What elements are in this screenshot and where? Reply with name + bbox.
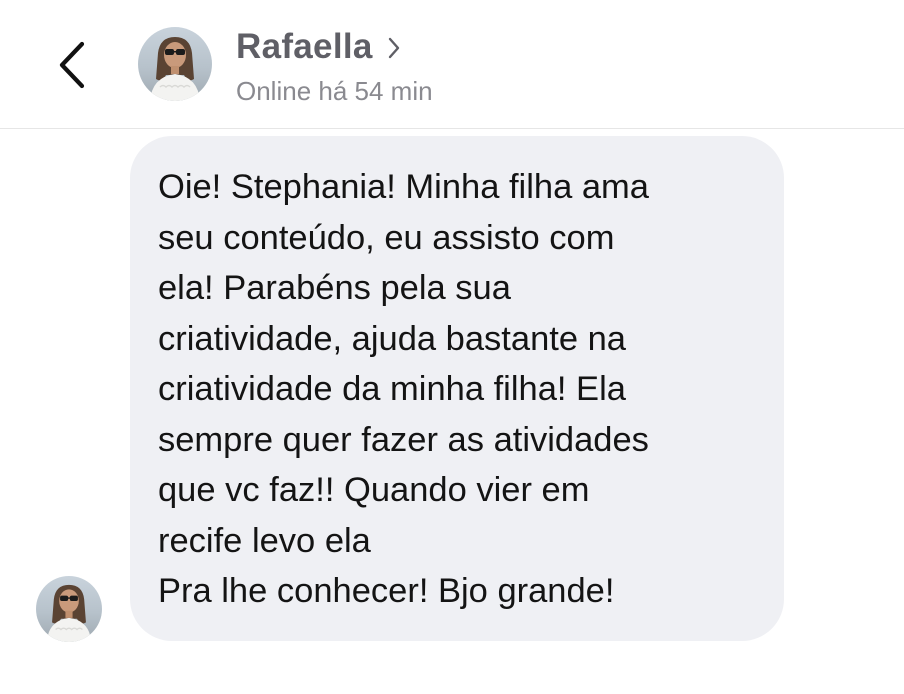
sender-avatar[interactable]	[36, 576, 102, 642]
message-text-line: Pra lhe conhecer! Bjo grande!	[158, 572, 615, 610]
contact-avatar[interactable]	[138, 27, 212, 101]
message-text-line: criatividade, ajuda bastante na	[158, 319, 626, 358]
chat-screen: Rafaella Online há 54 min Oie! Stephania…	[0, 0, 904, 694]
contact-name-link[interactable]: Rafaella	[236, 24, 401, 70]
message-text-line: sempre quer fazer as atividades	[158, 420, 649, 459]
profile-photo-avatar	[36, 576, 102, 642]
message-text-line: recife levo ela	[158, 521, 371, 560]
message-text-line: Oie! Stephania! Minha filha ama	[158, 168, 649, 206]
message-text-line: seu conteúdo, eu assisto com	[158, 218, 615, 257]
message-text-line: que vc faz!! Quando vier em	[158, 471, 590, 509]
chat-header: Rafaella Online há 54 min	[0, 0, 904, 129]
chevron-left-icon	[59, 41, 85, 89]
back-button[interactable]	[40, 28, 100, 98]
message-text-line: criatividade da minha filha! Ela	[158, 370, 626, 408]
chevron-right-icon	[388, 37, 399, 59]
message-bubble[interactable]: Oie! Stephania! Minha filha ama seu cont…	[130, 136, 784, 641]
contact-name: Rafaella	[236, 27, 373, 66]
message-text-line: ela! Parabéns pela sua	[158, 269, 511, 307]
profile-photo-avatar	[138, 27, 212, 101]
presence-status: Online há 54 min	[236, 76, 433, 106]
